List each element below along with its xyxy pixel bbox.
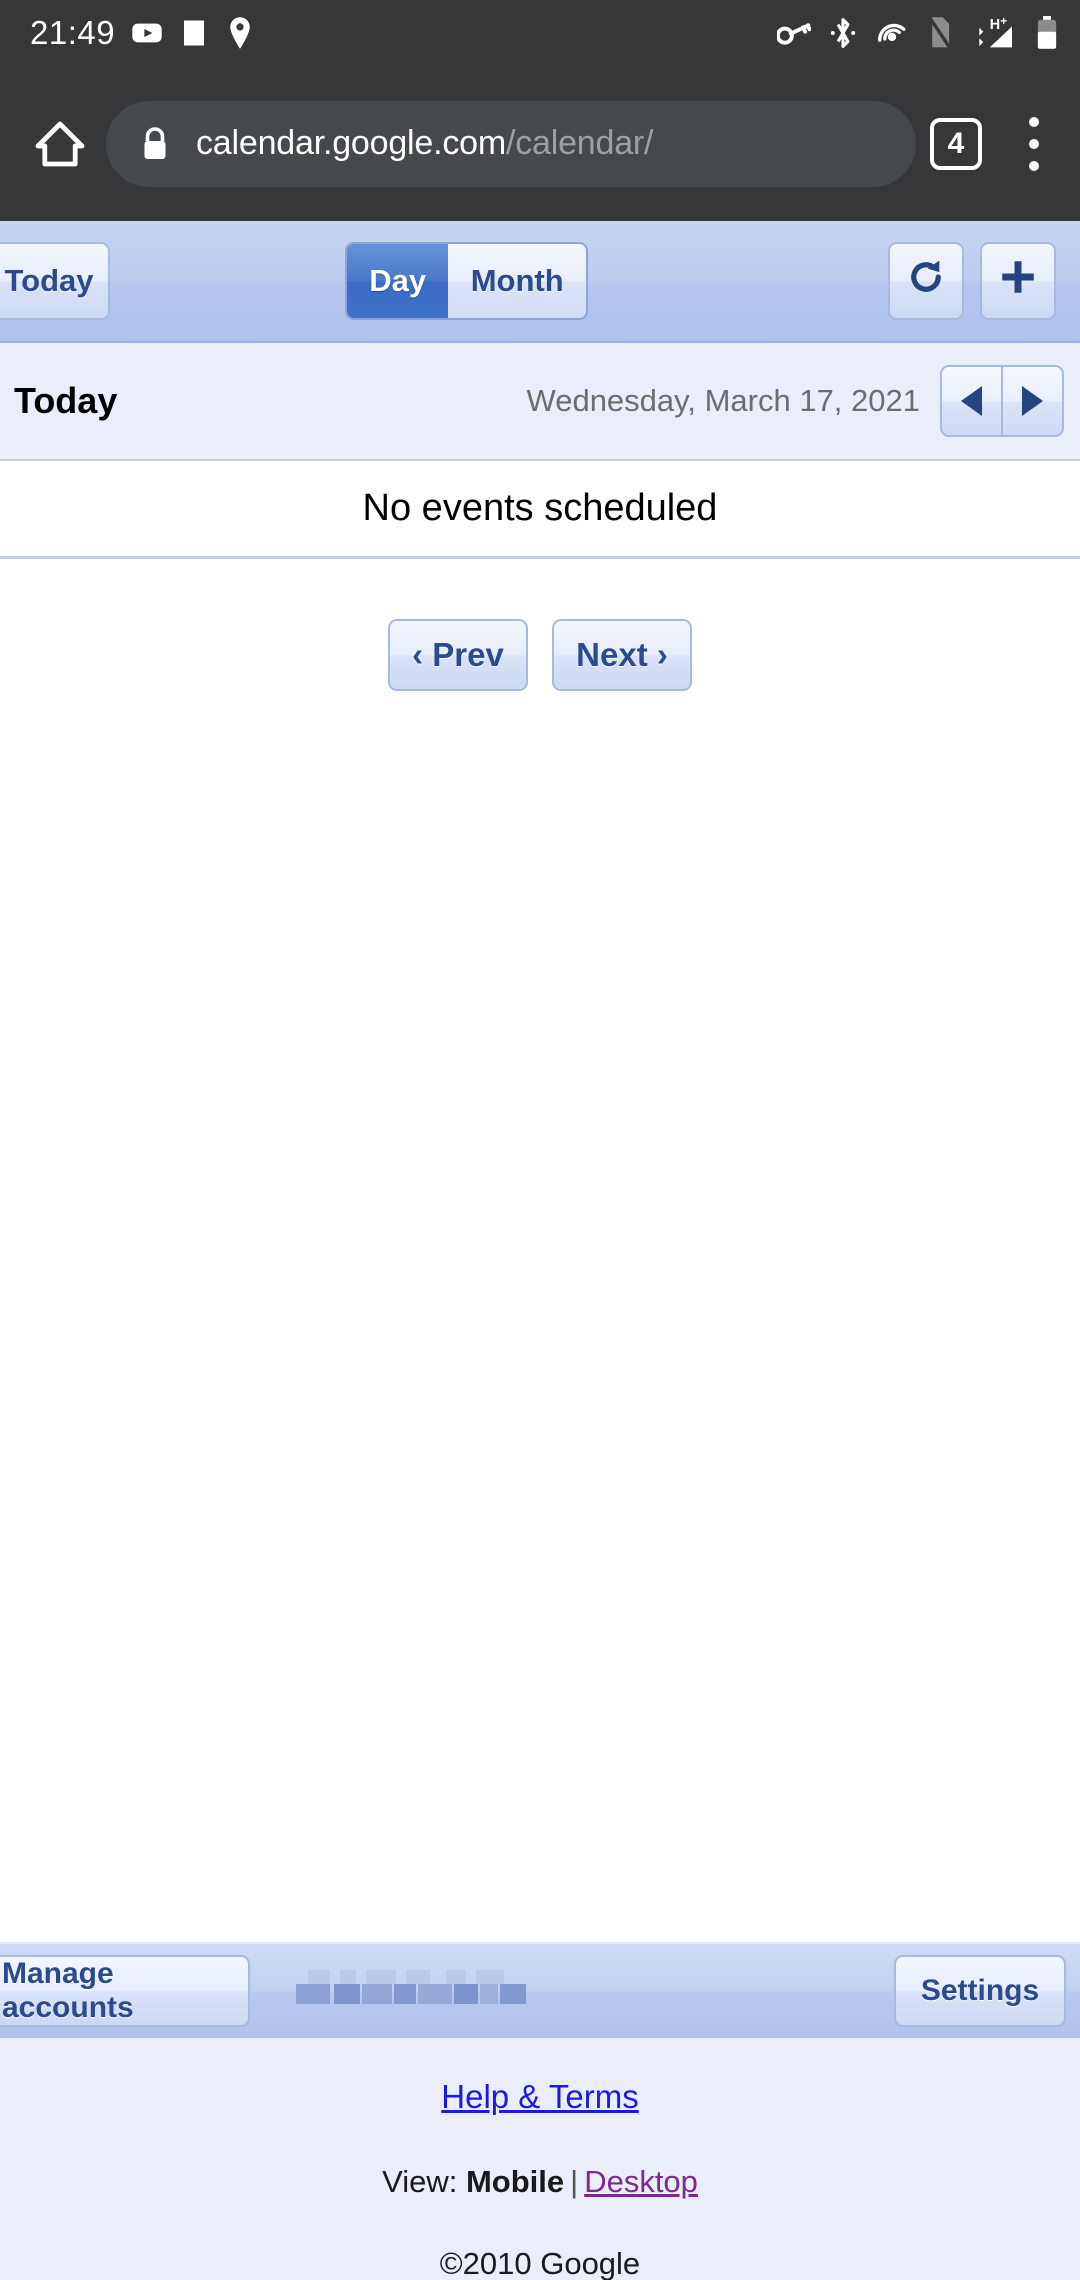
address-bar[interactable]: calendar.google.com/calendar/: [106, 100, 916, 187]
svg-text:H: H: [990, 17, 1000, 33]
browser-toolbar: calendar.google.com/calendar/ 4: [0, 66, 1080, 221]
copyright-text: ©2010 Google: [439, 2246, 641, 2280]
add-event-button[interactable]: [980, 242, 1056, 320]
android-status-bar: 21:49 H +: [0, 0, 1080, 66]
triangle-left-icon: [961, 386, 982, 416]
svg-text:+: +: [1000, 16, 1007, 28]
prev-day-button[interactable]: [942, 367, 1001, 435]
triangle-right-icon: [1022, 386, 1043, 416]
refresh-button[interactable]: [888, 242, 964, 320]
kebab-menu-icon[interactable]: [1012, 113, 1056, 175]
view-prefix-label: View:: [382, 2164, 458, 2199]
tab-switcher-button[interactable]: 4: [930, 117, 982, 170]
account-bar: Manage accounts Settings: [0, 1942, 1080, 2038]
view-current-label: Mobile: [465, 2164, 565, 2199]
today-label: Today: [14, 380, 118, 421]
url-path: /calendar/: [505, 124, 654, 162]
hotspot-icon: [875, 17, 909, 49]
battery-icon: [1036, 16, 1058, 50]
plus-icon: [997, 256, 1039, 306]
tab-month[interactable]: Month: [448, 244, 586, 318]
refresh-icon: [905, 256, 947, 306]
status-bar-clock: 21:49: [30, 14, 116, 51]
url-text: calendar.google.com/calendar/: [196, 124, 653, 163]
tab-day[interactable]: Day: [347, 244, 449, 318]
today-button[interactable]: Today: [0, 242, 110, 320]
desktop-view-link[interactable]: Desktop: [584, 2164, 698, 2199]
phone-screen: 21:49 H + calendar.google.com/calendar/ …: [0, 0, 1080, 2280]
prev-page-button[interactable]: ‹ Prev: [388, 619, 528, 691]
account-email-redacted: [296, 1966, 560, 2016]
no-sim-icon: [926, 16, 954, 50]
next-page-button[interactable]: Next ›: [552, 619, 692, 691]
status-bar-left: 21:49: [30, 14, 255, 52]
view-switcher: Day Month: [345, 242, 588, 320]
hplus-signal-icon: H +: [971, 16, 1019, 50]
youtube-icon: [131, 17, 163, 49]
manage-accounts-button[interactable]: Manage accounts: [0, 1955, 250, 2027]
bluetooth-icon: [828, 16, 858, 50]
lock-icon: [140, 126, 170, 162]
help-and-terms-link[interactable]: Help & Terms: [441, 2078, 638, 2116]
pagination-controls: ‹ Prev Next ›: [0, 619, 1080, 691]
view-mode-line: View: Mobile | Desktop: [0, 2164, 1080, 2200]
view-separator: |: [570, 2164, 579, 2199]
calendar-toolbar: Today Day Month: [0, 221, 1080, 343]
home-icon[interactable]: [22, 106, 98, 182]
next-day-button[interactable]: [1001, 367, 1062, 435]
page-footer: Help & Terms View: Mobile | Desktop ©2010 …: [0, 2038, 1080, 2280]
vpn-key-icon: [777, 18, 811, 48]
settings-button[interactable]: Settings: [894, 1955, 1066, 2027]
current-date-text: Wednesday, March 17, 2021: [526, 383, 920, 418]
status-bar-right: H +: [777, 16, 1058, 50]
date-nav-buttons: [940, 365, 1064, 437]
no-events-message: No events scheduled: [0, 461, 1080, 559]
location-pin-icon: [225, 16, 255, 50]
white-square-icon: [179, 18, 209, 48]
url-domain: calendar.google.com: [196, 124, 506, 162]
date-header: Today Wednesday, March 17, 2021: [0, 343, 1080, 461]
